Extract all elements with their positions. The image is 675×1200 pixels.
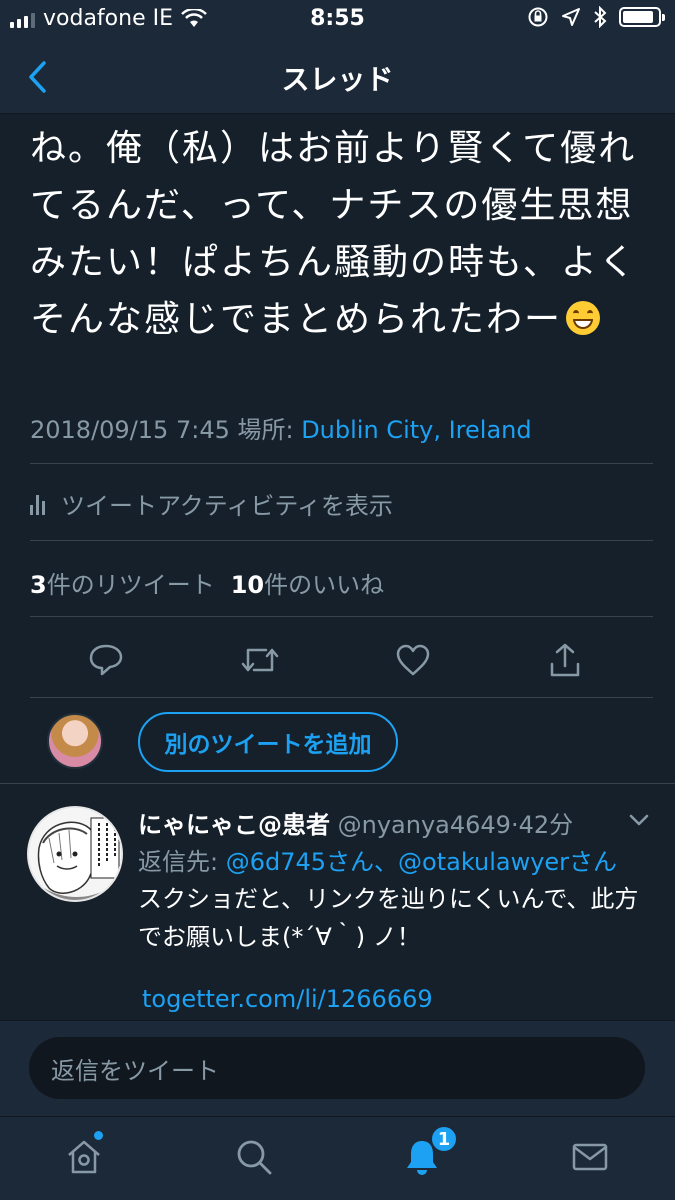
divider (30, 697, 653, 698)
tab-messages[interactable] (568, 1135, 612, 1179)
activity-bars-icon (30, 493, 45, 515)
tweet-meta: 2018/09/15 7:45 場所: Dublin City, Ireland (30, 410, 532, 445)
retweet-stat[interactable]: 3件のリツイート (30, 571, 215, 599)
notifications-badge: 1 (430, 1125, 458, 1153)
retweet-count: 3 (30, 571, 47, 599)
add-tweet-row: 別のツイートを追加 (0, 700, 675, 784)
reply-composer: 返信をツイート (0, 1020, 675, 1116)
chevron-down-icon (629, 814, 649, 826)
reply-menu-button[interactable] (628, 812, 650, 828)
manga-avatar-image (29, 808, 121, 900)
avatar[interactable] (47, 713, 103, 769)
status-icons (527, 6, 665, 28)
reply-url-link[interactable]: togetter.com/li/1266669 (142, 985, 433, 1013)
tab-home[interactable] (62, 1135, 106, 1179)
reply-author-name[interactable]: にゃにゃこ@患者 (138, 811, 330, 839)
mention-separator: 、 (374, 848, 399, 876)
page-title: スレッド (281, 63, 394, 96)
navigation-bar: スレッド (0, 40, 675, 114)
reply-input[interactable]: 返信をツイート (29, 1037, 645, 1099)
share-icon (550, 643, 580, 677)
retweet-icon (241, 648, 279, 672)
retweet-label: 件のリツイート (46, 571, 215, 599)
grinning-emoji-icon (566, 301, 601, 335)
mention-link[interactable]: @6d745さん (226, 848, 374, 876)
home-unread-dot (94, 1131, 103, 1140)
reply-to: 返信先: @6d745さん、@otakulawyerさん (138, 842, 617, 877)
reply-to-prefix: 返信先: (138, 848, 226, 876)
tab-search[interactable] (232, 1135, 276, 1179)
reply-separator: · (510, 811, 519, 839)
like-stat[interactable]: 10件のいいね (231, 571, 384, 599)
add-tweet-button[interactable]: 別のツイートを追加 (138, 712, 398, 772)
home-icon (68, 1140, 100, 1174)
location-arrow-icon (562, 8, 580, 26)
reply-icon (89, 644, 123, 676)
reply-text: スクショだと、リンクを辿りにくいんで、此方でお願いしま(*´∀｀) ノ！ (138, 885, 639, 951)
activity-label: ツイートアクティビティを表示 (61, 492, 393, 520)
tab-bar: 1 (0, 1116, 675, 1200)
retweet-button[interactable] (240, 640, 280, 680)
mention-link[interactable]: @otakulawyerさん (398, 848, 617, 876)
lock-rotation-icon (528, 7, 548, 27)
divider (30, 616, 653, 617)
tweet-stats: 3件のリツイート 10件のいいね (30, 565, 384, 600)
tweet-text: ね。俺（私）はお前より賢くて優れてるんだ、って、ナチスの優生思想みたい！ぱよちん… (30, 120, 650, 348)
reply-time: 42分 (518, 811, 574, 839)
tweet-body: ね。俺（私）はお前より賢くて優れてるんだ、って、ナチスの優生思想みたい！ぱよちん… (30, 128, 637, 340)
like-label: 件のいいね (264, 571, 385, 599)
tweet-actions (30, 630, 653, 690)
messages-icon (572, 1143, 608, 1171)
reply-author-handle: @nyanya4649 (330, 811, 511, 839)
tweet-location-link[interactable]: Dublin City, Ireland (301, 416, 531, 444)
divider (30, 463, 653, 464)
like-count: 10 (230, 571, 265, 599)
reply-button[interactable] (86, 640, 126, 680)
search-icon (237, 1140, 272, 1175)
tweet-timestamp: 2018/09/15 7:45 場所: (30, 416, 302, 444)
like-icon (396, 644, 430, 676)
battery-icon (619, 7, 665, 27)
status-bar: vodafone IE 8:55 (0, 0, 675, 40)
tweet-activity-link[interactable]: ツイートアクティビティを表示 (30, 486, 393, 521)
share-button[interactable] (545, 640, 585, 680)
divider (30, 540, 653, 541)
reply-header: にゃにゃこ@患者 @nyanya4649·42分 (138, 805, 573, 840)
like-button[interactable] (393, 640, 433, 680)
bluetooth-icon (594, 6, 607, 28)
reply-avatar[interactable] (27, 806, 123, 902)
